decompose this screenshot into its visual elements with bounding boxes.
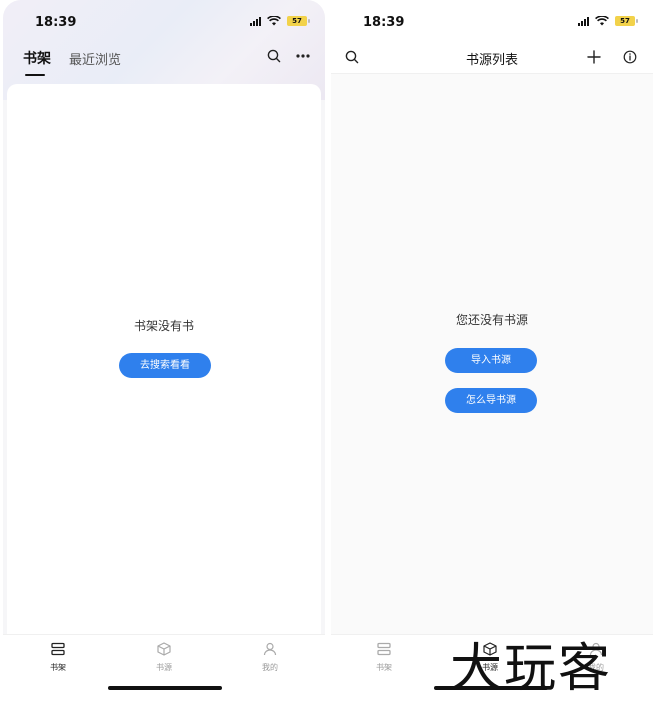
info-icon[interactable]: [623, 50, 637, 64]
header-actions: [267, 49, 311, 63]
empty-bookshelf-message: 书架没有书: [133, 319, 194, 333]
tabbar-label: 书源: [156, 663, 172, 672]
go-search-button[interactable]: 去搜索看看: [119, 353, 211, 378]
status-bar: 18:39 57: [3, 0, 325, 44]
how-to-import-button[interactable]: 怎么导书源: [445, 388, 537, 413]
tabbar-label: 书架: [376, 663, 392, 672]
user-icon: [263, 642, 277, 656]
signal-icon: [578, 16, 589, 26]
wifi-icon: [595, 16, 609, 26]
plus-icon[interactable]: [587, 50, 601, 64]
tab-bookshelf[interactable]: 书架: [23, 48, 51, 76]
tabbar-label: 书架: [50, 663, 66, 672]
bottom-tabbar: 书架 书源 我的: [3, 634, 325, 702]
wifi-icon: [267, 16, 281, 26]
tabbar-item-mine[interactable]: 我的: [250, 641, 290, 673]
status-time: 18:39: [363, 15, 405, 30]
status-time: 18:39: [35, 15, 77, 30]
empty-sources-message: 您还没有书源: [455, 313, 528, 327]
more-icon[interactable]: [295, 49, 311, 63]
bookshelf-icon: [377, 642, 391, 656]
status-icons: 57: [578, 16, 638, 26]
page-title: 书源列表: [465, 53, 518, 68]
screenshot-stage: 18:39 57 书架 最近浏览 书架没有书 去搜索看看 书架 书源 我的 18…: [0, 0, 656, 702]
signal-icon: [250, 16, 261, 26]
tabbar-item-bookshelf[interactable]: 书架: [364, 641, 404, 673]
tabbar-item-sources[interactable]: 书源: [144, 641, 184, 673]
watermark-logo: 大玩客: [450, 639, 613, 699]
book-sources-screen: 18:39 57 书源列表 您还没有书源 导入书源 怎么导书源 书架 书源 我的: [331, 0, 653, 702]
navigation-bar: 书源列表: [331, 40, 653, 74]
home-indicator: [108, 686, 222, 690]
battery-icon: 57: [615, 16, 638, 26]
tabbar-item-bookshelf[interactable]: 书架: [38, 641, 78, 673]
bookshelf-icon: [51, 642, 65, 656]
status-icons: 57: [250, 16, 310, 26]
bookshelf-screen: 18:39 57 书架 最近浏览 书架没有书 去搜索看看 书架 书源 我的: [3, 0, 325, 702]
cube-icon: [157, 642, 171, 656]
tab-recent[interactable]: 最近浏览: [69, 49, 121, 68]
top-tabs: 书架 最近浏览: [23, 48, 121, 76]
import-source-button[interactable]: 导入书源: [445, 348, 537, 373]
search-icon[interactable]: [267, 49, 281, 63]
battery-icon: 57: [287, 16, 310, 26]
status-bar: 18:39 57: [331, 0, 653, 44]
tabbar-label: 我的: [262, 663, 278, 672]
